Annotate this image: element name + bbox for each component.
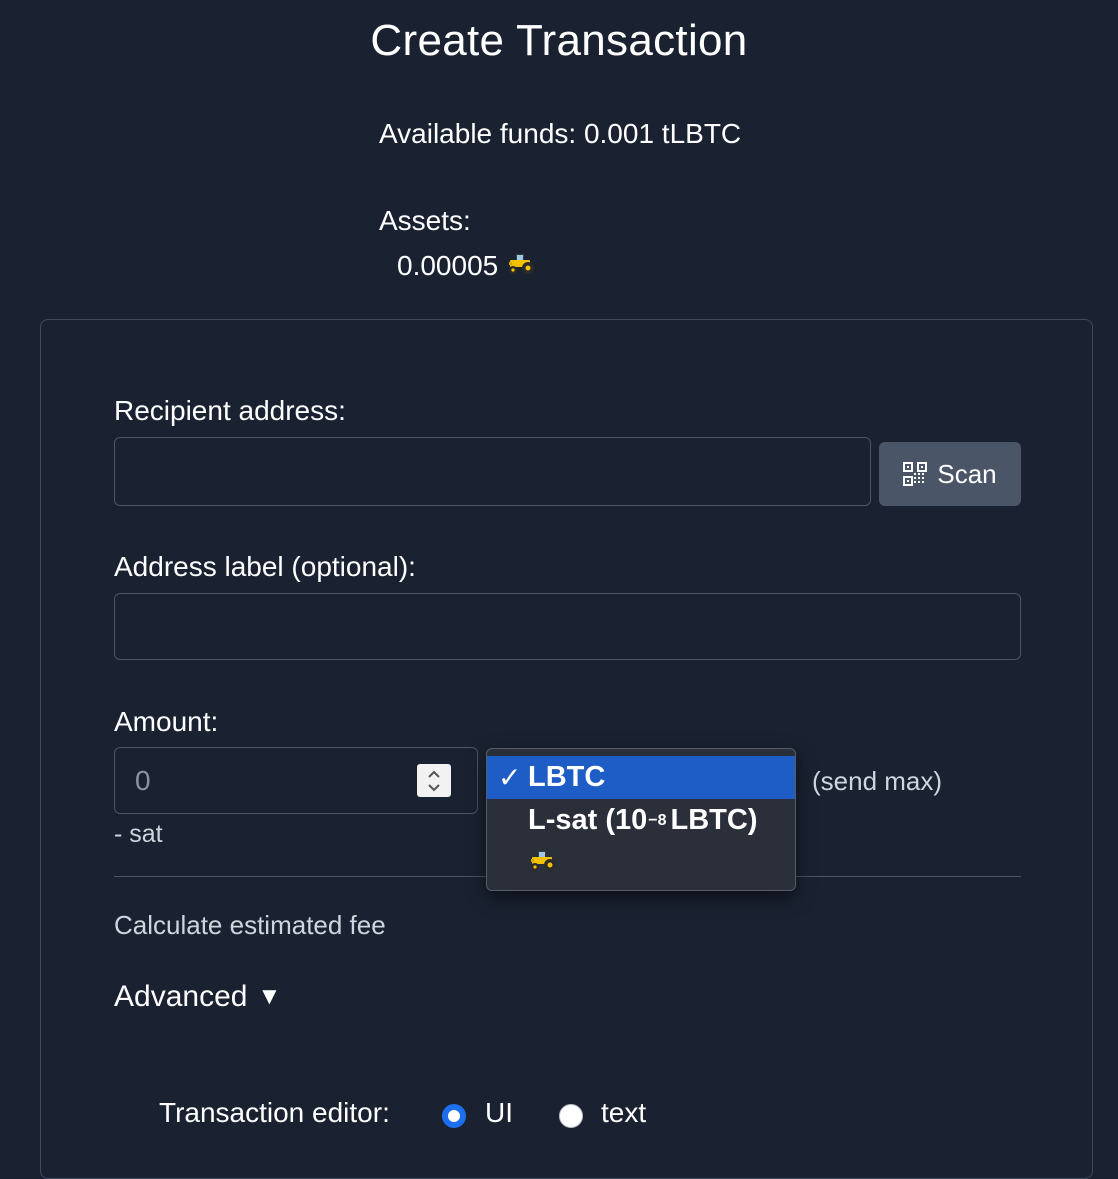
stepper-arrows-icon <box>428 770 440 791</box>
dropdown-option-label-exp: −8 <box>648 811 667 829</box>
unit-dropdown-menu[interactable]: ✓ LBTC L-sat (10 −8 LBTC) <box>486 748 796 891</box>
page-title: Create Transaction <box>370 16 748 65</box>
check-icon: ✓ <box>498 762 522 793</box>
radio-ui-label[interactable]: UI <box>485 1097 513 1129</box>
recipient-address-label: Recipient address: <box>114 395 346 426</box>
amount-label: Amount: <box>114 706 219 737</box>
amount-input[interactable]: 0 <box>114 747 478 814</box>
radio-text[interactable] <box>559 1104 583 1128</box>
scan-button[interactable]: Scan <box>879 442 1021 506</box>
dropdown-option-tractor[interactable] <box>487 842 795 885</box>
radio-text-label[interactable]: text <box>601 1097 646 1129</box>
transaction-editor-label: Transaction editor: <box>159 1097 390 1128</box>
qr-code-icon <box>903 462 928 486</box>
amount-stepper[interactable] <box>417 764 451 797</box>
assets-label: Assets: <box>379 205 471 236</box>
scan-button-label: Scan <box>937 458 997 489</box>
tractor-icon <box>506 250 536 282</box>
tractor-icon <box>528 847 558 880</box>
asset-amount: 0.00005 <box>397 250 499 281</box>
asset-row: 0.00005 <box>397 250 536 282</box>
calculate-fee-link[interactable]: Calculate estimated fee <box>114 910 386 941</box>
radio-ui[interactable] <box>442 1104 466 1128</box>
amount-placeholder: 0 <box>135 764 151 796</box>
advanced-toggle[interactable]: Advanced ▼ <box>114 980 281 1014</box>
dropdown-option-label-suffix: LBTC) <box>670 804 758 836</box>
dropdown-option-lbtc[interactable]: ✓ LBTC <box>487 756 795 799</box>
dropdown-option-label: LBTC <box>528 761 606 793</box>
triangle-down-icon: ▼ <box>257 983 282 1010</box>
dropdown-option-lsat[interactable]: L-sat (10 −8 LBTC) <box>487 799 795 842</box>
sat-conversion-text: - sat <box>114 820 163 848</box>
recipient-address-input[interactable] <box>114 437 871 506</box>
send-max-link[interactable]: (send max) <box>812 766 942 797</box>
address-label-input[interactable] <box>114 593 1021 660</box>
address-label-label: Address label (optional): <box>114 551 416 582</box>
available-funds: Available funds: 0.001 tLBTC <box>379 118 742 149</box>
advanced-label: Advanced <box>114 980 248 1013</box>
dropdown-option-label-prefix: L-sat (10 <box>528 804 648 836</box>
